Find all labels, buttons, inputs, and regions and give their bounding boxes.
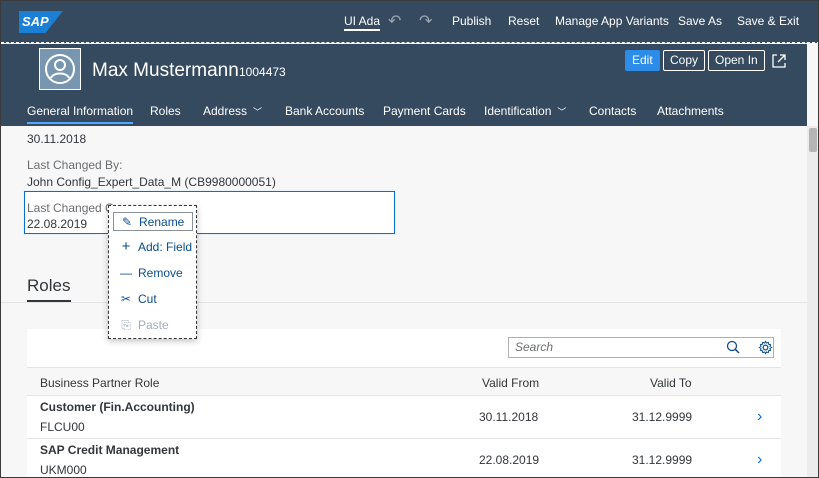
share-icon[interactable] <box>771 53 787 69</box>
manage-app-variants-button[interactable]: Manage App Variants <box>555 14 669 28</box>
context-menu-label: Paste <box>138 318 169 332</box>
tab-identification-label: Identification <box>484 104 552 118</box>
plus-icon: + <box>121 238 131 255</box>
valid-from-value: 22.08.2019 <box>479 453 540 467</box>
gear-icon[interactable] <box>758 340 773 355</box>
edit-button[interactable]: Edit <box>625 50 660 71</box>
page-title: Max Mustermann <box>92 60 239 81</box>
context-menu-rename[interactable]: ✎ Rename <box>113 212 193 231</box>
context-menu-label: Rename <box>139 215 185 229</box>
tab-contacts[interactable]: Contacts <box>589 104 636 118</box>
column-header-role: Business Partner Role <box>40 376 160 390</box>
roles-section-title: Roles <box>27 276 71 295</box>
selected-field-last-changed-on[interactable]: Last Changed On: 22.08.2019 <box>24 191 395 234</box>
chevron-down-icon: ﹀ <box>557 107 567 117</box>
table-row[interactable]: SAP Credit Management UKM000 22.08.2019 … <box>27 439 781 477</box>
role-name: Customer (Fin.Accounting) <box>40 400 195 414</box>
role-code: FLCU00 <box>40 420 85 434</box>
person-icon <box>45 54 75 84</box>
tab-identification[interactable]: Identification ﹀ <box>484 104 566 118</box>
created-on-value: 30.11.2018 <box>27 132 87 146</box>
vertical-scrollbar[interactable] <box>807 126 818 477</box>
tab-payment-cards[interactable]: Payment Cards <box>383 104 466 118</box>
section-tabs: General Information Roles Address ﹀ Bank … <box>1 102 807 126</box>
tab-attachments[interactable]: Attachments <box>657 104 724 118</box>
context-menu-label: Cut <box>138 292 157 306</box>
tab-general-information[interactable]: General Information <box>27 104 134 124</box>
app-frame: SAP UI Adaptation ↶ ↷ Publish Reset Mana… <box>0 0 819 478</box>
publish-button[interactable]: Publish <box>452 14 491 28</box>
column-header-valid-to: Valid To <box>650 376 692 390</box>
tab-address[interactable]: Address ﹀ <box>203 104 262 118</box>
table-row[interactable]: Customer (Fin.Accounting) FLCU00 30.11.2… <box>27 396 781 439</box>
valid-from-value: 30.11.2018 <box>479 410 539 424</box>
avatar <box>39 48 81 90</box>
last-changed-by-label: Last Changed By: <box>27 158 123 172</box>
open-in-button[interactable]: Open In <box>708 50 765 71</box>
object-header: Max Mustermann 1004473 Edit Copy Open In… <box>1 44 807 126</box>
context-menu: ✎ Rename + Add: Field — Remove ✂ Cut ⎘ P… <box>108 205 197 339</box>
tab-address-label: Address <box>203 104 248 118</box>
redo-icon[interactable]: ↷ <box>419 11 432 31</box>
save-exit-button[interactable]: Save & Exit <box>737 14 799 28</box>
tab-bank-accounts[interactable]: Bank Accounts <box>285 104 364 118</box>
chevron-right-icon[interactable]: › <box>757 408 762 426</box>
valid-to-value: 31.12.9999 <box>632 453 693 467</box>
scrollbar-thumb[interactable] <box>809 128 817 152</box>
search-icon[interactable] <box>726 340 740 354</box>
tab-roles[interactable]: Roles <box>150 104 181 118</box>
chevron-right-icon[interactable]: › <box>757 451 762 469</box>
context-menu-paste: ⎘ Paste <box>113 316 193 335</box>
context-menu-remove[interactable]: — Remove <box>113 264 193 283</box>
copy-button[interactable]: Copy <box>663 50 706 71</box>
role-name: SAP Credit Management <box>40 443 180 457</box>
sap-logo: SAP <box>19 11 63 33</box>
chevron-down-icon: ﹀ <box>253 107 263 117</box>
last-changed-on-value: 22.08.2019 <box>27 217 88 231</box>
paste-icon: ⎘ <box>121 318 131 332</box>
business-partner-id: 1004473 <box>239 65 286 79</box>
last-changed-by-value: John Config_Expert_Data_M (CB9980000051) <box>27 175 276 189</box>
roles-table: Search Business Partner Role Valid From … <box>27 329 781 477</box>
adaptation-toolbar: SAP UI Adaptation ↶ ↷ Publish Reset Mana… <box>1 1 818 43</box>
role-code: UKM000 <box>40 463 87 477</box>
ui-adaptation-button[interactable]: UI Adaptation <box>344 14 380 31</box>
scissors-icon: ✂ <box>120 292 132 306</box>
save-as-button[interactable]: Save As <box>678 14 722 28</box>
undo-icon[interactable]: ↶ <box>388 11 401 31</box>
pencil-icon: ✎ <box>121 215 133 229</box>
context-menu-cut[interactable]: ✂ Cut <box>113 290 193 309</box>
context-menu-label: Add: Field <box>138 240 193 254</box>
reset-button[interactable]: Reset <box>508 14 539 28</box>
table-header: Business Partner Role Valid From Valid T… <box>27 367 781 396</box>
valid-to-value: 31.12.9999 <box>632 410 693 424</box>
context-menu-add-field[interactable]: + Add: Field <box>113 238 193 257</box>
column-header-valid-from: Valid From <box>482 376 540 390</box>
context-menu-label: Remove <box>138 266 183 280</box>
minus-icon: — <box>120 266 132 280</box>
